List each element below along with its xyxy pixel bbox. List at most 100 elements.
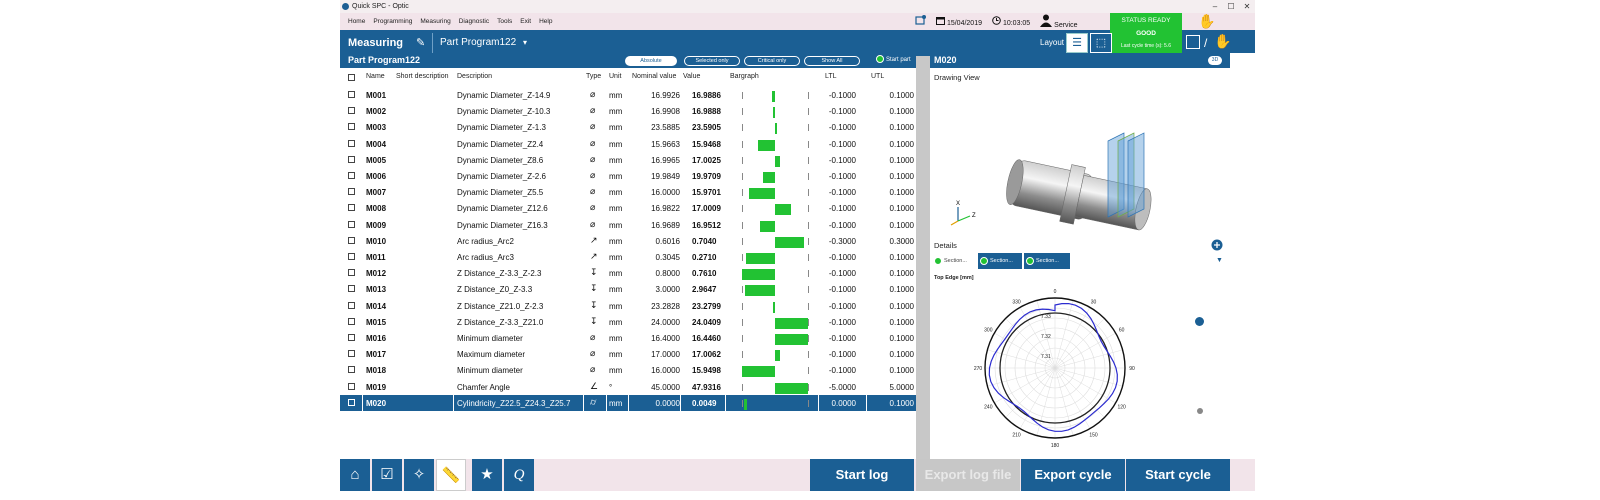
menu-home[interactable]: Home xyxy=(348,13,365,30)
row-value: 23.5905 xyxy=(692,123,721,133)
section-tab-1[interactable]: Section... xyxy=(932,253,976,269)
row-value: 0.0049 xyxy=(692,398,717,408)
start-part-button[interactable]: Start part xyxy=(876,55,911,66)
table-row[interactable]: M013 Z Distance_Z0_Z-3.3 ↧ mm 3.0000 2.9647 -0… xyxy=(340,281,916,297)
filter-selected-only[interactable]: Selected only xyxy=(684,56,740,66)
col-value[interactable]: Value xyxy=(683,73,700,80)
menu-measuring[interactable]: Measuring xyxy=(420,13,450,30)
export-cycle-button[interactable]: Export cycle xyxy=(1021,459,1125,491)
scroll-marker-top[interactable] xyxy=(1195,317,1204,326)
row-checkbox[interactable] xyxy=(348,382,355,390)
checklist-icon[interactable]: ☑ xyxy=(372,459,402,491)
row-checkbox[interactable] xyxy=(348,107,355,115)
table-row[interactable]: M004 Dynamic Diameter_Z2.4 ⌀ mm 15.9663 15.94… xyxy=(340,136,916,152)
table-row[interactable]: M010 Arc radius_Arc2 ↗ mm 0.6016 0.7040 -0.300… xyxy=(340,233,916,249)
layout-list-button[interactable]: ☰ xyxy=(1066,33,1088,53)
col-utl[interactable]: UTL xyxy=(871,73,884,80)
menu-exit[interactable]: Exit xyxy=(520,13,531,30)
chevron-down-icon[interactable]: ▼ xyxy=(1216,257,1223,264)
row-checkbox[interactable] xyxy=(348,398,355,406)
hand-icon[interactable]: ✋ xyxy=(1198,13,1215,30)
polar-grid-spoke xyxy=(1054,367,1074,436)
row-checkbox[interactable] xyxy=(348,139,355,147)
table-row[interactable]: M011 Arc radius_Arc3 ↗ mm 0.3045 0.2710 -0.100… xyxy=(340,249,916,265)
filter-show-all[interactable]: Show All xyxy=(804,56,860,66)
notification-icon[interactable] xyxy=(915,15,926,28)
pan-hand-icon[interactable]: ✋ xyxy=(1214,33,1231,50)
col-type[interactable]: Type xyxy=(586,73,601,80)
section-tab-2[interactable]: Section... xyxy=(978,253,1022,269)
part-3d-view[interactable]: X Z xyxy=(936,83,1226,233)
close-button[interactable]: ✕ xyxy=(1239,0,1255,13)
menu-programming[interactable]: Programming xyxy=(373,13,412,30)
menu-diagnostic[interactable]: Diagnostic xyxy=(459,13,489,30)
scroll-marker-bottom[interactable] xyxy=(1197,408,1203,414)
col-short-description[interactable]: Short description xyxy=(396,73,449,80)
table-row[interactable]: M005 Dynamic Diameter_Z8.6 ⌀ mm 16.9965 17.00… xyxy=(340,152,916,168)
row-checkbox[interactable] xyxy=(348,123,355,131)
table-row[interactable]: M017 Maximum diameter ⌀ mm 17.0000 17.0062 -0.… xyxy=(340,346,916,362)
section-tab-3[interactable]: Section... xyxy=(1024,253,1070,269)
row-checkbox[interactable] xyxy=(348,236,355,244)
row-checkbox[interactable] xyxy=(348,91,355,98)
q-icon[interactable]: Q xyxy=(504,459,534,491)
table-row[interactable]: M009 Dynamic Diameter_Z16.3 ⌀ mm 16.9689 16.9… xyxy=(340,217,916,233)
panel-splitter[interactable] xyxy=(916,56,930,459)
menu-tools[interactable]: Tools xyxy=(497,13,512,30)
table-row[interactable]: M016 Minimum diameter ⌀ mm 16.4000 16.4460 -0.… xyxy=(340,330,916,346)
col-ltl[interactable]: LTL xyxy=(825,73,837,80)
row-checkbox[interactable] xyxy=(348,220,355,228)
row-checkbox[interactable] xyxy=(348,350,355,358)
start-cycle-button[interactable]: Start cycle xyxy=(1126,459,1230,491)
row-checkbox[interactable] xyxy=(348,285,355,293)
maximize-button[interactable]: ☐ xyxy=(1223,0,1239,13)
row-checkbox[interactable] xyxy=(348,253,355,260)
row-checkbox[interactable] xyxy=(348,317,355,325)
select-all-checkbox[interactable] xyxy=(348,74,355,81)
menu-help[interactable]: Help xyxy=(539,13,552,30)
table-row[interactable]: M007 Dynamic Diameter_Z5.5 ⌀ mm 16.0000 15.97… xyxy=(340,184,916,200)
select-box-icon[interactable] xyxy=(1186,35,1200,49)
fit-view-icon[interactable] xyxy=(1211,239,1223,251)
ruler-icon[interactable]: 📏 xyxy=(436,459,466,491)
deviation-bar xyxy=(744,285,775,297)
filter-critical-only[interactable]: Critical only xyxy=(744,56,800,66)
table-row[interactable]: M015 Z Distance_Z-3.3_Z21.0 ↧ mm 24.0000 24.0… xyxy=(340,314,916,330)
diameter-icon: ⌀ xyxy=(590,348,596,359)
table-row[interactable]: M001 Dynamic Diameter_Z-14.9 ⌀ mm 16.9926 16.… xyxy=(340,87,916,103)
table-row[interactable]: M019 Chamfer Angle ∠ ° 45.0000 47.9316 -5.0000… xyxy=(340,379,916,395)
row-checkbox[interactable] xyxy=(348,155,355,163)
wrench-icon[interactable]: ✧ xyxy=(404,459,434,491)
table-row[interactable]: M008 Dynamic Diameter_Z12.6 ⌀ mm 16.9822 17.0… xyxy=(340,200,916,216)
export-log-file-button[interactable]: Export log file xyxy=(916,459,1020,491)
col-nominal-value[interactable]: Nominal value xyxy=(632,73,676,80)
start-log-button[interactable]: Start log xyxy=(810,459,914,491)
deviation-bar xyxy=(775,334,808,345)
row-checkbox[interactable] xyxy=(348,366,355,374)
table-row[interactable]: M012 Z Distance_Z-3.3_Z-2.3 ↧ mm 0.8000 0.761… xyxy=(340,265,916,281)
row-checkbox[interactable] xyxy=(348,172,355,179)
table-row[interactable]: M018 Minimum diameter ⌀ mm 16.0000 15.9498 -0.… xyxy=(340,362,916,378)
row-checkbox[interactable] xyxy=(348,334,355,341)
table-row[interactable]: M006 Dynamic Diameter_Z-2.6 ⌀ mm 19.9849 19.9… xyxy=(340,168,916,184)
row-utl: 0.1000 xyxy=(889,188,914,198)
user-icon[interactable]: Service xyxy=(1040,14,1078,29)
table-row[interactable]: M002 Dynamic Diameter_Z-10.3 ⌀ mm 16.9908 16.… xyxy=(340,103,916,119)
row-checkbox[interactable] xyxy=(348,204,355,212)
row-checkbox[interactable] xyxy=(348,301,355,309)
table-row[interactable]: M020 Cylindricity_Z22.5_Z24.3_Z25.7 ⌭ mm 0.0… xyxy=(340,394,916,411)
col-name[interactable]: Name xyxy=(366,73,385,80)
col-unit[interactable]: Unit xyxy=(609,73,621,80)
minimize-button[interactable]: – xyxy=(1207,0,1223,13)
home-icon[interactable]: ⌂ xyxy=(340,459,370,491)
table-row[interactable]: M003 Dynamic Diameter_Z-1.3 ⌀ mm 23.5885 23.5… xyxy=(340,119,916,135)
filter-absolute[interactable]: Absolute xyxy=(625,56,677,66)
layout-3d-button[interactable]: ⬚ xyxy=(1090,33,1112,53)
col-bargraph[interactable]: Bargraph xyxy=(730,73,759,80)
row-checkbox[interactable] xyxy=(348,188,355,196)
col-description[interactable]: Description xyxy=(457,73,492,80)
star-icon[interactable]: ★ xyxy=(472,459,502,491)
row-checkbox[interactable] xyxy=(348,269,355,277)
3d-toggle[interactable]: 3D xyxy=(1208,56,1222,65)
table-row[interactable]: M014 Z Distance_Z21.0_Z-2.3 ↧ mm 23.2828 23.2… xyxy=(340,298,916,314)
